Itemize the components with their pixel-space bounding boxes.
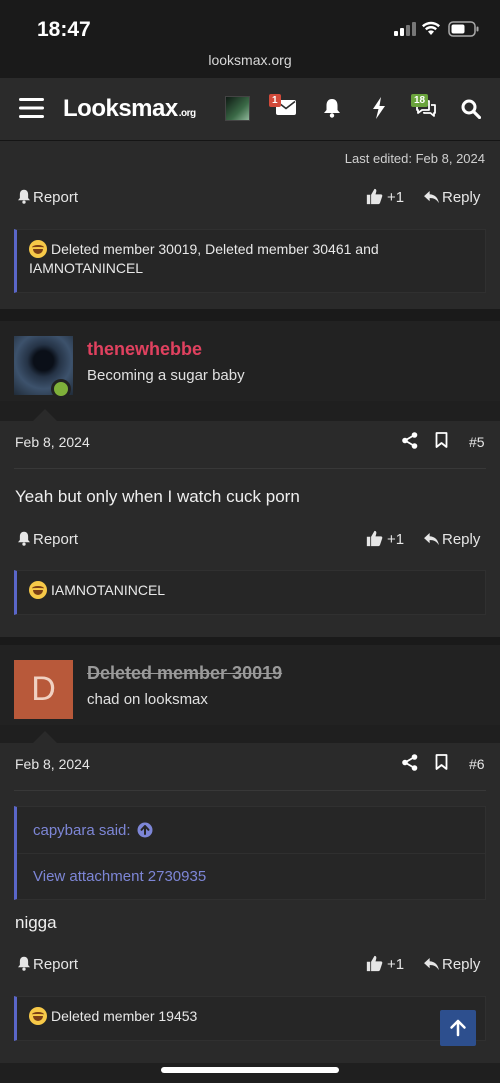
post-6-actions: Report +1 Reply: [0, 951, 500, 981]
post-message: Yeah but only when I watch cuck porn: [15, 487, 300, 506]
battery-icon: [448, 21, 479, 37]
laughing-emoji-icon: [29, 581, 47, 599]
username[interactable]: thenewhebbe: [87, 339, 202, 360]
bell-icon: [18, 531, 30, 546]
like-count: +1: [387, 189, 405, 206]
wifi-icon: [422, 21, 440, 35]
jump-to-quote-icon[interactable]: [137, 822, 153, 838]
like-count: +1: [387, 531, 405, 548]
post-number[interactable]: #6: [469, 756, 485, 772]
post-separator: [14, 468, 486, 469]
reply-arrow-icon: [424, 533, 439, 546]
logo-suffix: .org: [178, 108, 196, 119]
reply-label: Reply: [442, 956, 481, 973]
online-status-indicator: [51, 379, 71, 399]
quote-author: capybara said:: [33, 822, 131, 839]
scroll-to-top-button[interactable]: [440, 1010, 476, 1046]
reactions-summary[interactable]: Deleted member 30019, Deleted member 304…: [14, 229, 486, 293]
post-5-meta: Feb 8, 2024 #5: [0, 424, 500, 464]
quote-block: capybara said: View attachment 2730935: [14, 806, 486, 900]
username: Deleted member 30019: [87, 663, 283, 683]
reactions-summary[interactable]: IAMNOTANINCEL: [14, 570, 486, 615]
bookmark-icon[interactable]: [435, 432, 448, 448]
like-button[interactable]: +1: [366, 955, 404, 973]
reactions-list: Deleted member 19453: [51, 1008, 198, 1024]
site-header: Looksmax.org 1 18: [0, 78, 500, 141]
report-label: Report: [33, 531, 79, 548]
alerts-bell-icon[interactable]: [323, 98, 341, 118]
user-avatar[interactable]: [225, 96, 250, 121]
home-indicator[interactable]: [161, 1067, 339, 1073]
forums-badge: 18: [411, 94, 429, 107]
post-divider: [0, 309, 500, 321]
reply-arrow-icon: [424, 191, 439, 204]
logo-text: Looksmax: [63, 95, 178, 122]
quote-author-link[interactable]: capybara said:: [33, 822, 153, 839]
post-pointer: [33, 409, 57, 421]
search-icon[interactable]: [461, 99, 481, 119]
thumbs-up-icon: [366, 188, 383, 205]
thumbs-up-icon: [366, 530, 383, 547]
share-icon[interactable]: [402, 432, 418, 449]
whats-new-lightning-icon[interactable]: [372, 97, 386, 119]
reply-label: Reply: [442, 531, 481, 548]
hamburger-menu-icon[interactable]: [19, 97, 44, 119]
post-6-meta: Feb 8, 2024 #6: [0, 746, 500, 786]
reply-button[interactable]: Reply: [424, 956, 480, 973]
arrow-up-icon: [450, 1019, 466, 1037]
site-logo[interactable]: Looksmax.org: [63, 95, 196, 123]
reactions-summary[interactable]: Deleted member 19453: [14, 996, 486, 1041]
post-4-actions: Report +1 Reply: [0, 184, 500, 214]
report-label: Report: [33, 189, 79, 206]
report-button[interactable]: Report: [17, 956, 78, 973]
attachment-link[interactable]: View attachment 2730935: [33, 868, 206, 885]
like-button[interactable]: +1: [366, 188, 404, 206]
laughing-emoji-icon: [29, 240, 47, 258]
report-button[interactable]: Report: [17, 189, 78, 206]
post-date[interactable]: Feb 8, 2024: [15, 434, 90, 450]
like-count: +1: [387, 956, 405, 973]
reactions-list: Deleted member 30019, Deleted member 304…: [29, 241, 379, 276]
share-icon[interactable]: [402, 754, 418, 771]
user-title: chad on looksmax: [87, 691, 208, 708]
quote-separator: [17, 853, 485, 854]
status-bar: 18:47 looksmax.org: [0, 0, 500, 78]
reply-arrow-icon: [424, 958, 439, 971]
post-separator: [14, 790, 486, 791]
last-edited: Last edited: Feb 8, 2024: [344, 151, 485, 166]
like-button[interactable]: +1: [366, 530, 404, 548]
cellular-signal-icon: [394, 22, 416, 36]
post-message: nigga: [15, 913, 57, 932]
post-number[interactable]: #5: [469, 434, 485, 450]
reactions-list: IAMNOTANINCEL: [51, 582, 166, 598]
reply-button[interactable]: Reply: [424, 189, 480, 206]
post-5-user-header: thenewhebbe Becoming a sugar baby: [0, 321, 500, 401]
inbox-badge: 1: [269, 94, 281, 107]
reply-button[interactable]: Reply: [424, 531, 480, 548]
laughing-emoji-icon: [29, 1007, 47, 1025]
status-time: 18:47: [37, 18, 91, 41]
bell-icon: [18, 189, 30, 204]
report-label: Report: [33, 956, 79, 973]
user-title: Becoming a sugar baby: [87, 367, 245, 384]
report-button[interactable]: Report: [17, 531, 78, 548]
reply-label: Reply: [442, 189, 481, 206]
post-6-user-header: D Deleted member 30019 chad on looksmax: [0, 645, 500, 725]
thumbs-up-icon: [366, 955, 383, 972]
browser-url[interactable]: looksmax.org: [0, 52, 500, 68]
bookmark-icon[interactable]: [435, 754, 448, 770]
post-5-actions: Report +1 Reply: [0, 526, 500, 556]
post-date[interactable]: Feb 8, 2024: [15, 756, 90, 772]
post-pointer: [33, 731, 57, 743]
bell-icon: [18, 956, 30, 971]
user-avatar-letter[interactable]: D: [14, 660, 73, 719]
